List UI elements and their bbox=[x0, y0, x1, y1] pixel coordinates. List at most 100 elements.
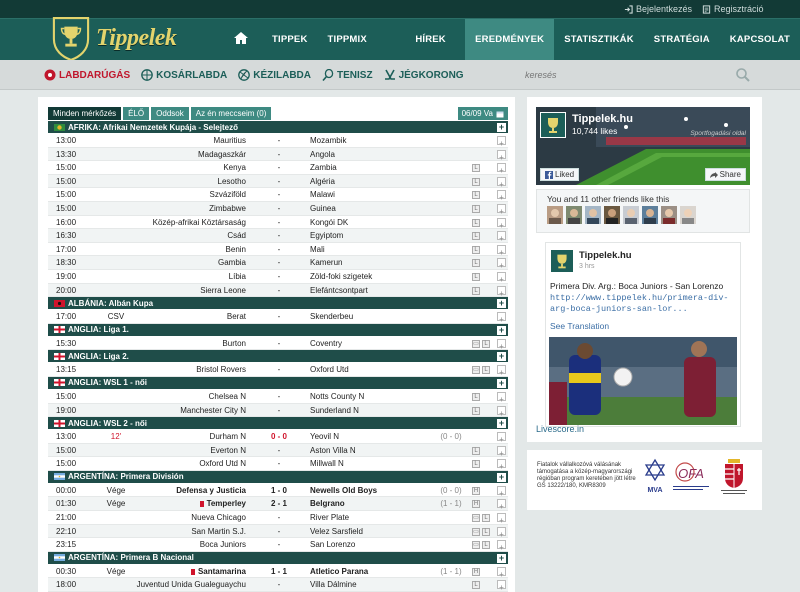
add-to-my-matches-icon[interactable]: + bbox=[497, 271, 506, 284]
post-photo[interactable] bbox=[549, 337, 737, 425]
friend-avatar[interactable] bbox=[642, 206, 658, 224]
fb-share-button[interactable]: Share bbox=[704, 168, 746, 181]
lineup-icon[interactable]: L bbox=[482, 541, 490, 550]
sport-tab-labdarugas[interactable]: LABDARÚGÁS bbox=[44, 69, 130, 81]
match-row[interactable]: 13:00 Mauritius - Mozambik + bbox=[48, 134, 508, 148]
login-link[interactable]: Bejelentkezés bbox=[624, 0, 692, 18]
fb-post-avatar[interactable] bbox=[551, 250, 573, 272]
add-to-my-matches-icon[interactable]: + bbox=[497, 459, 506, 471]
match-row[interactable]: 16:00 Közép-afrikai Köztársaság - Kongói DK… bbox=[48, 216, 508, 230]
match-row[interactable]: 15:00 Lesotho - Algéria L + bbox=[48, 174, 508, 189]
lineup-icon[interactable]: L bbox=[472, 272, 480, 281]
add-to-my-matches-icon[interactable]: + bbox=[497, 365, 506, 377]
fb-post-link[interactable]: http://www.tippelek.hu/primera-div-arg-b… bbox=[550, 293, 740, 315]
match-row[interactable]: 22:10 San Martin S.J. - Velez Sarsfield ▭ L + bbox=[48, 524, 508, 539]
league-expand-icon[interactable]: + bbox=[497, 378, 506, 388]
search-icon[interactable] bbox=[736, 68, 750, 82]
nav-item-eredmenyek[interactable]: EREDMÉNYEK bbox=[465, 19, 555, 61]
add-to-my-matches-icon[interactable]: + bbox=[497, 312, 506, 324]
add-to-my-matches-icon[interactable]: + bbox=[497, 258, 506, 270]
highlights-icon[interactable]: H bbox=[472, 567, 480, 576]
tv-icon[interactable]: ▭ bbox=[472, 514, 480, 523]
match-row[interactable]: 21:00 Nueva Chicago - River Plate ▭ L + bbox=[48, 511, 508, 525]
league-expand-icon[interactable]: + bbox=[497, 419, 506, 429]
league-expand-icon[interactable]: + bbox=[497, 472, 506, 482]
lineup-icon[interactable]: L bbox=[482, 527, 490, 536]
add-to-my-matches-icon[interactable]: + bbox=[497, 526, 506, 539]
date-selector[interactable]: 06/09 Va bbox=[457, 107, 508, 120]
league-expand-icon[interactable]: + bbox=[497, 352, 506, 362]
tab-odds[interactable]: Oddsok bbox=[151, 107, 189, 120]
add-to-my-matches-icon[interactable]: + bbox=[497, 566, 506, 579]
lineup-icon[interactable]: L bbox=[472, 286, 480, 295]
match-row[interactable]: 15:00 Chelsea N - Notts County N L + bbox=[48, 390, 508, 404]
lineup-icon[interactable]: L bbox=[472, 581, 480, 590]
match-row[interactable]: 16:30 Csád - Egyiptom L + bbox=[48, 229, 508, 243]
add-to-my-matches-icon[interactable]: + bbox=[497, 513, 506, 525]
nav-home[interactable] bbox=[220, 19, 262, 61]
mva-logo[interactable]: MVA bbox=[643, 458, 667, 494]
league-header[interactable]: ANGLIA: Liga 1. + bbox=[48, 323, 508, 337]
lineup-icon[interactable]: L bbox=[472, 191, 480, 200]
add-to-my-matches-icon[interactable]: + bbox=[497, 176, 506, 189]
add-to-my-matches-icon[interactable]: + bbox=[497, 405, 506, 418]
sport-tab-jegkorong[interactable]: JÉGKORONG bbox=[384, 69, 464, 81]
league-expand-icon[interactable]: + bbox=[497, 123, 506, 132]
add-to-my-matches-icon[interactable]: + bbox=[497, 190, 506, 202]
lineup-icon[interactable]: L bbox=[482, 339, 490, 348]
lineup-icon[interactable]: L bbox=[472, 177, 480, 186]
league-header[interactable]: ANGLIA: WSL 2 - női + bbox=[48, 417, 508, 431]
tv-icon[interactable]: ▭ bbox=[472, 339, 480, 348]
lineup-icon[interactable]: L bbox=[472, 392, 480, 401]
fb-post-time[interactable]: 3 hrs bbox=[579, 263, 595, 270]
league-header[interactable]: ARGENTÍNA: Primera B Nacional + bbox=[48, 551, 508, 565]
highlights-icon[interactable]: H bbox=[472, 486, 480, 495]
lineup-icon[interactable]: L bbox=[472, 232, 480, 241]
tv-icon[interactable]: ▭ bbox=[472, 541, 480, 550]
league-expand-icon[interactable]: + bbox=[497, 299, 506, 309]
nav-item-tippek[interactable]: TIPPEK bbox=[262, 19, 318, 61]
fb-liked-button[interactable]: Liked bbox=[540, 168, 580, 181]
match-row[interactable]: 17:00 CSV Berat - Skenderbeu + bbox=[48, 310, 508, 324]
nav-item-statisztikak[interactable]: STATISZTIKÁK bbox=[554, 19, 644, 61]
highlights-icon[interactable]: H bbox=[472, 500, 480, 509]
search-input[interactable] bbox=[525, 65, 725, 85]
match-row[interactable]: 00:30 Vége Santamarina 1 - 1 Atletico Parana… bbox=[48, 565, 508, 579]
add-to-my-matches-icon[interactable]: + bbox=[497, 338, 506, 351]
match-row[interactable]: 15:30 Burton - Coventry ▭ L + bbox=[48, 337, 508, 351]
add-to-my-matches-icon[interactable]: + bbox=[497, 580, 506, 592]
league-expand-icon[interactable]: + bbox=[497, 553, 506, 563]
add-to-my-matches-icon[interactable]: + bbox=[497, 432, 506, 444]
nav-item-tippmix[interactable]: TIPPMIX KALKULÁTOR bbox=[318, 19, 406, 87]
add-to-my-matches-icon[interactable]: + bbox=[497, 231, 506, 243]
sport-tab-kezilabda[interactable]: KÉZILABDA bbox=[238, 69, 311, 81]
add-to-my-matches-icon[interactable]: + bbox=[497, 136, 506, 148]
friend-avatar[interactable] bbox=[623, 206, 639, 224]
match-row[interactable]: 01:30 Vége Temperley 2 - 1 Belgrano (1 - 1) H + bbox=[48, 497, 508, 511]
tab-my-matches[interactable]: Az én meccseim (0) bbox=[190, 107, 272, 120]
add-to-my-matches-icon[interactable]: + bbox=[497, 391, 506, 404]
lineup-icon[interactable]: L bbox=[472, 204, 480, 213]
friend-avatar[interactable] bbox=[566, 206, 582, 224]
match-row[interactable]: 19:00 Líbia - Zöld-foki szigetek L + bbox=[48, 270, 508, 284]
league-header[interactable]: ANGLIA: WSL 1 - női + bbox=[48, 376, 508, 390]
ofa-logo[interactable]: OFA bbox=[671, 458, 711, 494]
lineup-icon[interactable]: L bbox=[472, 406, 480, 415]
lineup-icon[interactable]: L bbox=[472, 446, 480, 455]
friend-avatar[interactable] bbox=[604, 206, 620, 224]
match-row[interactable]: 19:00 Manchester City N - Sunderland N L + bbox=[48, 403, 508, 418]
lineup-icon[interactable]: L bbox=[472, 460, 480, 469]
lineup-icon[interactable]: L bbox=[482, 366, 490, 375]
match-row[interactable]: 18:30 Gambia - Kamerun L + bbox=[48, 256, 508, 270]
league-header[interactable]: ALBÁNIA: Albán Kupa + bbox=[48, 297, 508, 311]
match-row[interactable]: 17:00 Benin - Mali L + bbox=[48, 243, 508, 257]
match-row[interactable]: 23:15 Boca Juniors - San Lorenzo ▭ L + bbox=[48, 538, 508, 552]
lineup-icon[interactable]: L bbox=[472, 259, 480, 268]
add-to-my-matches-icon[interactable]: + bbox=[497, 163, 506, 175]
friend-avatar[interactable] bbox=[680, 206, 696, 224]
league-expand-icon[interactable]: + bbox=[497, 325, 506, 335]
match-row[interactable]: 15:00 Kenya - Zambia L + bbox=[48, 161, 508, 175]
lineup-icon[interactable]: L bbox=[472, 164, 480, 173]
match-row[interactable]: 15:00 Szváziföld - Malawi L + bbox=[48, 188, 508, 202]
nav-item-kapcsolat[interactable]: KAPCSOLAT bbox=[720, 19, 800, 61]
